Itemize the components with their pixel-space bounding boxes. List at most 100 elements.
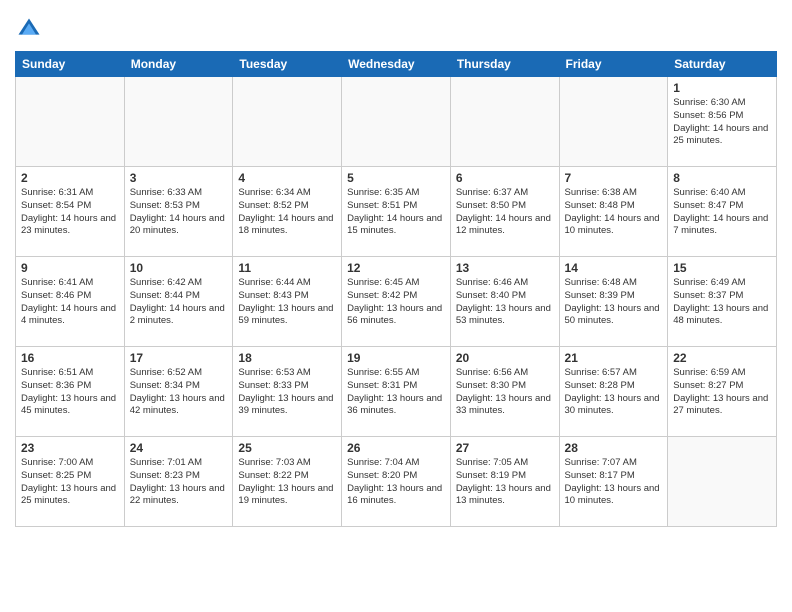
weekday-header-saturday: Saturday bbox=[668, 52, 777, 77]
day-number: 4 bbox=[238, 171, 336, 185]
calendar-cell: 2Sunrise: 6:31 AM Sunset: 8:54 PM Daylig… bbox=[16, 167, 125, 257]
day-number: 26 bbox=[347, 441, 445, 455]
day-number: 9 bbox=[21, 261, 119, 275]
day-number: 11 bbox=[238, 261, 336, 275]
calendar-cell: 24 Sunrise: 7:01 AM Sunset: 8:23 PM Dayli… bbox=[124, 437, 233, 527]
day-number: 14 bbox=[565, 261, 663, 275]
day-info: Sunrise: 6:53 AM Sunset: 8:33 PM Dayligh… bbox=[238, 367, 336, 418]
calendar-week-3: 9 Sunrise: 6:41 AM Sunset: 8:46 PM Daylig… bbox=[16, 257, 777, 347]
calendar-cell bbox=[342, 77, 451, 167]
weekday-header-monday: Monday bbox=[124, 52, 233, 77]
calendar-cell: 13 Sunrise: 6:46 AM Sunset: 8:40 PM Dayli… bbox=[450, 257, 559, 347]
day-number: 16 bbox=[21, 351, 119, 365]
day-info: Sunrise: 6:56 AM Sunset: 8:30 PM Dayligh… bbox=[456, 367, 554, 418]
calendar-cell: 15 Sunrise: 6:49 AM Sunset: 8:37 PM Dayli… bbox=[668, 257, 777, 347]
day-info: Sunrise: 6:51 AM Sunset: 8:36 PM Dayligh… bbox=[21, 367, 119, 418]
calendar-cell: 19 Sunrise: 6:55 AM Sunset: 8:31 PM Dayli… bbox=[342, 347, 451, 437]
header bbox=[15, 10, 777, 43]
day-info: Sunrise: 6:34 AM Sunset: 8:52 PM Dayligh… bbox=[238, 187, 336, 238]
day-number: 6 bbox=[456, 171, 554, 185]
calendar-cell: 14 Sunrise: 6:48 AM Sunset: 8:39 PM Dayli… bbox=[559, 257, 668, 347]
calendar-cell bbox=[559, 77, 668, 167]
weekday-header-sunday: Sunday bbox=[16, 52, 125, 77]
weekday-header-friday: Friday bbox=[559, 52, 668, 77]
day-number: 22 bbox=[673, 351, 771, 365]
calendar-cell bbox=[16, 77, 125, 167]
day-info: Sunrise: 7:05 AM Sunset: 8:19 PM Dayligh… bbox=[456, 457, 554, 508]
day-info: Sunrise: 6:33 AM Sunset: 8:53 PM Dayligh… bbox=[130, 187, 228, 238]
calendar-table: SundayMondayTuesdayWednesdayThursdayFrid… bbox=[15, 51, 777, 527]
calendar-cell: 22 Sunrise: 6:59 AM Sunset: 8:27 PM Dayli… bbox=[668, 347, 777, 437]
calendar-cell: 1Sunrise: 6:30 AM Sunset: 8:56 PM Daylig… bbox=[668, 77, 777, 167]
page: SundayMondayTuesdayWednesdayThursdayFrid… bbox=[0, 0, 792, 537]
calendar-week-2: 2Sunrise: 6:31 AM Sunset: 8:54 PM Daylig… bbox=[16, 167, 777, 257]
calendar-cell: 11 Sunrise: 6:44 AM Sunset: 8:43 PM Dayli… bbox=[233, 257, 342, 347]
calendar-cell bbox=[668, 437, 777, 527]
day-number: 17 bbox=[130, 351, 228, 365]
weekday-header-thursday: Thursday bbox=[450, 52, 559, 77]
day-info: Sunrise: 7:00 AM Sunset: 8:25 PM Dayligh… bbox=[21, 457, 119, 508]
day-number: 25 bbox=[238, 441, 336, 455]
day-number: 13 bbox=[456, 261, 554, 275]
day-info: Sunrise: 6:57 AM Sunset: 8:28 PM Dayligh… bbox=[565, 367, 663, 418]
calendar-week-5: 23 Sunrise: 7:00 AM Sunset: 8:25 PM Dayli… bbox=[16, 437, 777, 527]
day-number: 3 bbox=[130, 171, 228, 185]
calendar-cell: 26 Sunrise: 7:04 AM Sunset: 8:20 PM Dayli… bbox=[342, 437, 451, 527]
calendar-cell: 4 Sunrise: 6:34 AM Sunset: 8:52 PM Daylig… bbox=[233, 167, 342, 257]
calendar-cell: 10Sunrise: 6:42 AM Sunset: 8:44 PM Dayli… bbox=[124, 257, 233, 347]
calendar-week-4: 16 Sunrise: 6:51 AM Sunset: 8:36 PM Dayli… bbox=[16, 347, 777, 437]
day-number: 24 bbox=[130, 441, 228, 455]
calendar-cell: 20 Sunrise: 6:56 AM Sunset: 8:30 PM Dayli… bbox=[450, 347, 559, 437]
logo bbox=[15, 15, 45, 43]
day-info: Sunrise: 6:46 AM Sunset: 8:40 PM Dayligh… bbox=[456, 277, 554, 328]
calendar-cell: 21 Sunrise: 6:57 AM Sunset: 8:28 PM Dayli… bbox=[559, 347, 668, 437]
day-info: Sunrise: 6:55 AM Sunset: 8:31 PM Dayligh… bbox=[347, 367, 445, 418]
weekday-header-tuesday: Tuesday bbox=[233, 52, 342, 77]
day-number: 1 bbox=[673, 81, 771, 95]
calendar-cell: 23 Sunrise: 7:00 AM Sunset: 8:25 PM Dayli… bbox=[16, 437, 125, 527]
calendar-cell: 7 Sunrise: 6:38 AM Sunset: 8:48 PM Daylig… bbox=[559, 167, 668, 257]
calendar-cell: 8 Sunrise: 6:40 AM Sunset: 8:47 PM Daylig… bbox=[668, 167, 777, 257]
day-info: Sunrise: 6:48 AM Sunset: 8:39 PM Dayligh… bbox=[565, 277, 663, 328]
day-info: Sunrise: 7:03 AM Sunset: 8:22 PM Dayligh… bbox=[238, 457, 336, 508]
day-number: 18 bbox=[238, 351, 336, 365]
day-info: Sunrise: 6:45 AM Sunset: 8:42 PM Dayligh… bbox=[347, 277, 445, 328]
day-number: 20 bbox=[456, 351, 554, 365]
day-info: Sunrise: 6:49 AM Sunset: 8:37 PM Dayligh… bbox=[673, 277, 771, 328]
day-number: 12 bbox=[347, 261, 445, 275]
day-number: 5 bbox=[347, 171, 445, 185]
weekday-header-row: SundayMondayTuesdayWednesdayThursdayFrid… bbox=[16, 52, 777, 77]
day-info: Sunrise: 7:01 AM Sunset: 8:23 PM Dayligh… bbox=[130, 457, 228, 508]
calendar-cell bbox=[233, 77, 342, 167]
calendar-header: SundayMondayTuesdayWednesdayThursdayFrid… bbox=[16, 52, 777, 77]
day-info: Sunrise: 6:41 AM Sunset: 8:46 PM Dayligh… bbox=[21, 277, 119, 328]
day-info: Sunrise: 6:52 AM Sunset: 8:34 PM Dayligh… bbox=[130, 367, 228, 418]
calendar-cell bbox=[124, 77, 233, 167]
calendar-week-1: 1Sunrise: 6:30 AM Sunset: 8:56 PM Daylig… bbox=[16, 77, 777, 167]
calendar-cell: 3 Sunrise: 6:33 AM Sunset: 8:53 PM Daylig… bbox=[124, 167, 233, 257]
generalblue-logo-icon bbox=[15, 15, 43, 43]
calendar-cell bbox=[450, 77, 559, 167]
day-number: 7 bbox=[565, 171, 663, 185]
day-number: 23 bbox=[21, 441, 119, 455]
calendar-cell: 5 Sunrise: 6:35 AM Sunset: 8:51 PM Daylig… bbox=[342, 167, 451, 257]
day-number: 8 bbox=[673, 171, 771, 185]
day-info: Sunrise: 6:42 AM Sunset: 8:44 PM Dayligh… bbox=[130, 277, 228, 328]
day-number: 2 bbox=[21, 171, 119, 185]
day-info: Sunrise: 6:44 AM Sunset: 8:43 PM Dayligh… bbox=[238, 277, 336, 328]
day-number: 27 bbox=[456, 441, 554, 455]
day-info: Sunrise: 6:59 AM Sunset: 8:27 PM Dayligh… bbox=[673, 367, 771, 418]
day-info: Sunrise: 6:35 AM Sunset: 8:51 PM Dayligh… bbox=[347, 187, 445, 238]
day-info: Sunrise: 6:38 AM Sunset: 8:48 PM Dayligh… bbox=[565, 187, 663, 238]
day-info: Sunrise: 6:40 AM Sunset: 8:47 PM Dayligh… bbox=[673, 187, 771, 238]
day-number: 21 bbox=[565, 351, 663, 365]
calendar-body: 1Sunrise: 6:30 AM Sunset: 8:56 PM Daylig… bbox=[16, 77, 777, 527]
day-number: 19 bbox=[347, 351, 445, 365]
calendar-cell: 6Sunrise: 6:37 AM Sunset: 8:50 PM Daylig… bbox=[450, 167, 559, 257]
calendar-cell: 25 Sunrise: 7:03 AM Sunset: 8:22 PM Dayli… bbox=[233, 437, 342, 527]
day-number: 15 bbox=[673, 261, 771, 275]
day-info: Sunrise: 7:04 AM Sunset: 8:20 PM Dayligh… bbox=[347, 457, 445, 508]
calendar-cell: 28Sunrise: 7:07 AM Sunset: 8:17 PM Dayli… bbox=[559, 437, 668, 527]
calendar-cell: 17 Sunrise: 6:52 AM Sunset: 8:34 PM Dayli… bbox=[124, 347, 233, 437]
calendar-cell: 12 Sunrise: 6:45 AM Sunset: 8:42 PM Dayli… bbox=[342, 257, 451, 347]
